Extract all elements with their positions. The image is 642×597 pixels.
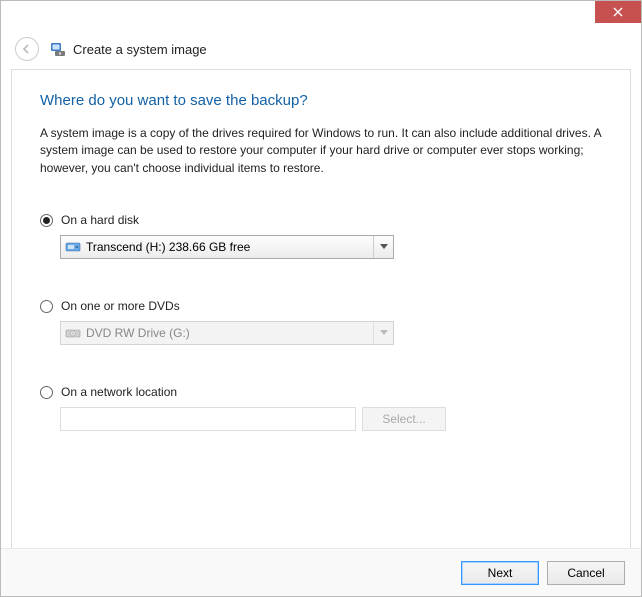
radio-dvd-row[interactable]: On one or more DVDs	[40, 299, 602, 313]
page-heading: Where do you want to save the backup?	[40, 92, 602, 109]
cancel-button[interactable]: Cancel	[547, 561, 625, 585]
system-image-icon	[49, 40, 67, 58]
titlebar	[1, 1, 641, 31]
wizard-header: Create a system image	[1, 33, 641, 69]
radio-network[interactable]	[40, 386, 53, 399]
radio-dvd-label: On one or more DVDs	[61, 299, 180, 313]
dvd-value: DVD RW Drive (G:)	[86, 326, 373, 340]
back-button	[15, 37, 39, 61]
dvd-select: DVD RW Drive (G:)	[60, 321, 394, 345]
radio-network-row[interactable]: On a network location	[40, 385, 602, 399]
close-button[interactable]	[595, 1, 641, 23]
close-icon	[613, 7, 623, 17]
radio-hard-disk[interactable]	[40, 214, 53, 227]
chevron-down-icon	[373, 322, 393, 344]
hard-disk-value: Transcend (H:) 238.66 GB free	[86, 240, 373, 254]
chevron-down-icon	[373, 236, 393, 258]
content-area: Where do you want to save the backup? A …	[11, 69, 631, 566]
network-path-input	[60, 407, 356, 431]
next-button[interactable]: Next	[461, 561, 539, 585]
hard-disk-select[interactable]: Transcend (H:) 238.66 GB free	[60, 235, 394, 259]
dvd-drive-icon	[65, 325, 81, 341]
option-hard-disk: On a hard disk Transcend (H:) 238.66 GB …	[40, 213, 602, 259]
hard-disk-icon	[65, 239, 81, 255]
radio-hard-disk-label: On a hard disk	[61, 213, 139, 227]
footer: Next Cancel	[1, 548, 641, 596]
radio-hard-disk-row[interactable]: On a hard disk	[40, 213, 602, 227]
radio-dvd[interactable]	[40, 300, 53, 313]
back-arrow-icon	[21, 43, 33, 55]
radio-network-label: On a network location	[61, 385, 177, 399]
option-dvd: On one or more DVDs DVD RW Drive (G:)	[40, 299, 602, 345]
page-description: A system image is a copy of the drives r…	[40, 125, 602, 177]
browse-network-button: Select...	[362, 407, 446, 431]
wizard-title: Create a system image	[73, 42, 207, 57]
option-network: On a network location Select...	[40, 385, 602, 431]
